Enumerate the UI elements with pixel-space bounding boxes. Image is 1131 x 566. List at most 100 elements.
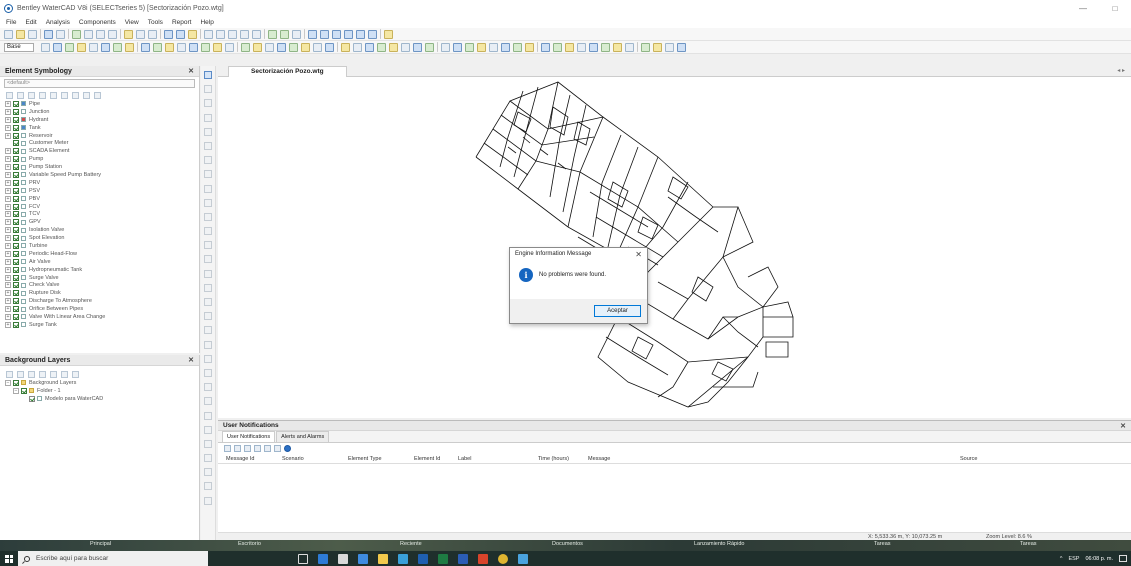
- toolbar-icon[interactable]: [513, 42, 522, 52]
- toolbar-icon[interactable]: [213, 42, 222, 52]
- menu-tools[interactable]: Tools: [148, 19, 163, 26]
- expand-icon[interactable]: +: [5, 258, 11, 265]
- checkbox-icon[interactable]: [13, 179, 19, 186]
- layout-tool-icon[interactable]: [204, 496, 212, 505]
- taskbar-search[interactable]: Escribe aquí para buscar: [18, 551, 208, 566]
- symbology-close-button[interactable]: ✕: [187, 67, 194, 75]
- toolbar-icon[interactable]: [177, 42, 186, 52]
- toolbar-icon[interactable]: [665, 42, 674, 52]
- toolbar-icon[interactable]: [153, 42, 162, 52]
- expand-icon[interactable]: +: [5, 282, 11, 289]
- toolbar-icon[interactable]: [453, 42, 462, 52]
- background-close-button[interactable]: ✕: [187, 356, 194, 364]
- tree-item-element[interactable]: + Rupture Disk: [5, 289, 199, 297]
- checkbox-icon[interactable]: [13, 124, 19, 131]
- tree-item-element[interactable]: + Orifice Between Pipes: [5, 305, 199, 313]
- tree-item-element[interactable]: + GPV: [5, 218, 199, 226]
- filter-icon[interactable]: [264, 445, 271, 452]
- toolbar-icon[interactable]: [189, 42, 198, 52]
- tree-item-element[interactable]: + PRV: [5, 179, 199, 187]
- toolbar-principal[interactable]: Principal: [90, 541, 111, 547]
- toolbar-icon[interactable]: [16, 29, 25, 39]
- toolbar-icon[interactable]: [589, 42, 598, 52]
- tree-item-element[interactable]: + Reservoir: [5, 132, 199, 140]
- menu-components[interactable]: Components: [79, 19, 116, 26]
- toolbar-icon[interactable]: [204, 29, 213, 39]
- tree-item-element[interactable]: + TCV: [5, 210, 199, 218]
- layout-tool-icon[interactable]: [204, 383, 212, 392]
- edit-icon[interactable]: [28, 370, 35, 378]
- toolbar-icon[interactable]: [253, 42, 262, 52]
- tab-scroll-buttons[interactable]: ◂ ▸: [1117, 67, 1125, 74]
- maximize-button[interactable]: □: [1099, 0, 1131, 16]
- move-up-icon[interactable]: [50, 91, 57, 99]
- toolbar-icon[interactable]: [124, 29, 133, 39]
- layout-tool-icon[interactable]: [204, 425, 212, 434]
- tree-item-element[interactable]: + Pump: [5, 155, 199, 163]
- refresh-icon[interactable]: [94, 91, 101, 99]
- expand-icon[interactable]: +: [5, 242, 11, 249]
- checkbox-icon[interactable]: [13, 203, 19, 210]
- layout-tool-icon[interactable]: [204, 99, 212, 108]
- watercad-taskbar-icon[interactable]: [418, 553, 428, 564]
- toolbar-icon[interactable]: [108, 29, 117, 39]
- toolbar-icon[interactable]: [477, 42, 486, 52]
- layout-tool-icon[interactable]: [204, 127, 212, 136]
- checkbox-icon[interactable]: [13, 313, 19, 320]
- layout-tool-icon[interactable]: [204, 269, 212, 278]
- expand-icon[interactable]: +: [5, 179, 11, 186]
- office-icon[interactable]: [478, 553, 488, 564]
- layout-tool-icon[interactable]: [204, 411, 212, 420]
- checkbox-icon[interactable]: [13, 195, 19, 202]
- column-element-id[interactable]: Element Id: [414, 456, 440, 462]
- chevron-up-icon[interactable]: ^: [1060, 556, 1063, 562]
- store-icon[interactable]: [338, 553, 348, 564]
- toolbar-icon[interactable]: [113, 42, 122, 52]
- toolbar-icon[interactable]: [141, 42, 150, 52]
- tab-user-notifications[interactable]: User Notifications: [222, 431, 276, 442]
- layout-tool-icon[interactable]: [204, 397, 212, 406]
- move-up-icon[interactable]: [39, 370, 46, 378]
- expand-icon[interactable]: +: [5, 187, 11, 194]
- app-icon[interactable]: [398, 553, 408, 564]
- tree-item-element[interactable]: + FCV: [5, 203, 199, 211]
- column-message-id[interactable]: Message Id: [226, 456, 254, 462]
- checkbox-icon[interactable]: [13, 140, 19, 147]
- tree-item-element[interactable]: + Hydrant: [5, 116, 199, 124]
- toolbar-icon[interactable]: [56, 29, 65, 39]
- layout-tool-icon[interactable]: [204, 241, 212, 250]
- toolbar-icon[interactable]: [292, 29, 301, 39]
- toolbar-icon[interactable]: [53, 42, 62, 52]
- checkbox-icon[interactable]: [13, 219, 19, 226]
- checkbox-icon[interactable]: [13, 164, 19, 171]
- move-down-icon[interactable]: [61, 91, 68, 99]
- checkbox-icon[interactable]: [21, 387, 27, 394]
- toolbar-icon[interactable]: [72, 29, 81, 39]
- toolbar-icon[interactable]: [252, 29, 261, 39]
- toolbar-icon[interactable]: [501, 42, 510, 52]
- expand-icon[interactable]: +: [5, 290, 11, 297]
- expand-icon[interactable]: +: [5, 171, 11, 178]
- tab-sectorizacion-pozo[interactable]: Sectorización Pozo.wtg: [228, 66, 347, 77]
- chrome-icon[interactable]: [498, 553, 508, 564]
- edge-icon[interactable]: [318, 553, 328, 564]
- tree-item-element[interactable]: + Pump Station: [5, 163, 199, 171]
- language-indicator[interactable]: ESP: [1068, 556, 1079, 562]
- layout-tool-icon[interactable]: [204, 340, 212, 349]
- toolbar-icon[interactable]: [553, 42, 562, 52]
- layout-tool-icon[interactable]: [204, 198, 212, 207]
- layout-tool-icon[interactable]: [204, 354, 212, 363]
- tab-alerts-and-alarms[interactable]: Alerts and Alarms: [276, 431, 330, 442]
- toolbar-icon[interactable]: [565, 42, 574, 52]
- toolbar-tareas-2[interactable]: Tareas: [1020, 541, 1037, 547]
- refresh-icon[interactable]: [72, 370, 79, 378]
- checkbox-icon[interactable]: [13, 258, 19, 265]
- layout-tool-icon[interactable]: [204, 141, 212, 150]
- layout-tool-icon[interactable]: [204, 255, 212, 264]
- toolbar-icon[interactable]: [77, 42, 86, 52]
- filter-icon[interactable]: [83, 91, 90, 99]
- checkbox-icon[interactable]: [13, 148, 19, 155]
- export-icon[interactable]: [244, 445, 251, 452]
- delete-icon[interactable]: [6, 370, 13, 378]
- toolbar-icon[interactable]: [277, 42, 286, 52]
